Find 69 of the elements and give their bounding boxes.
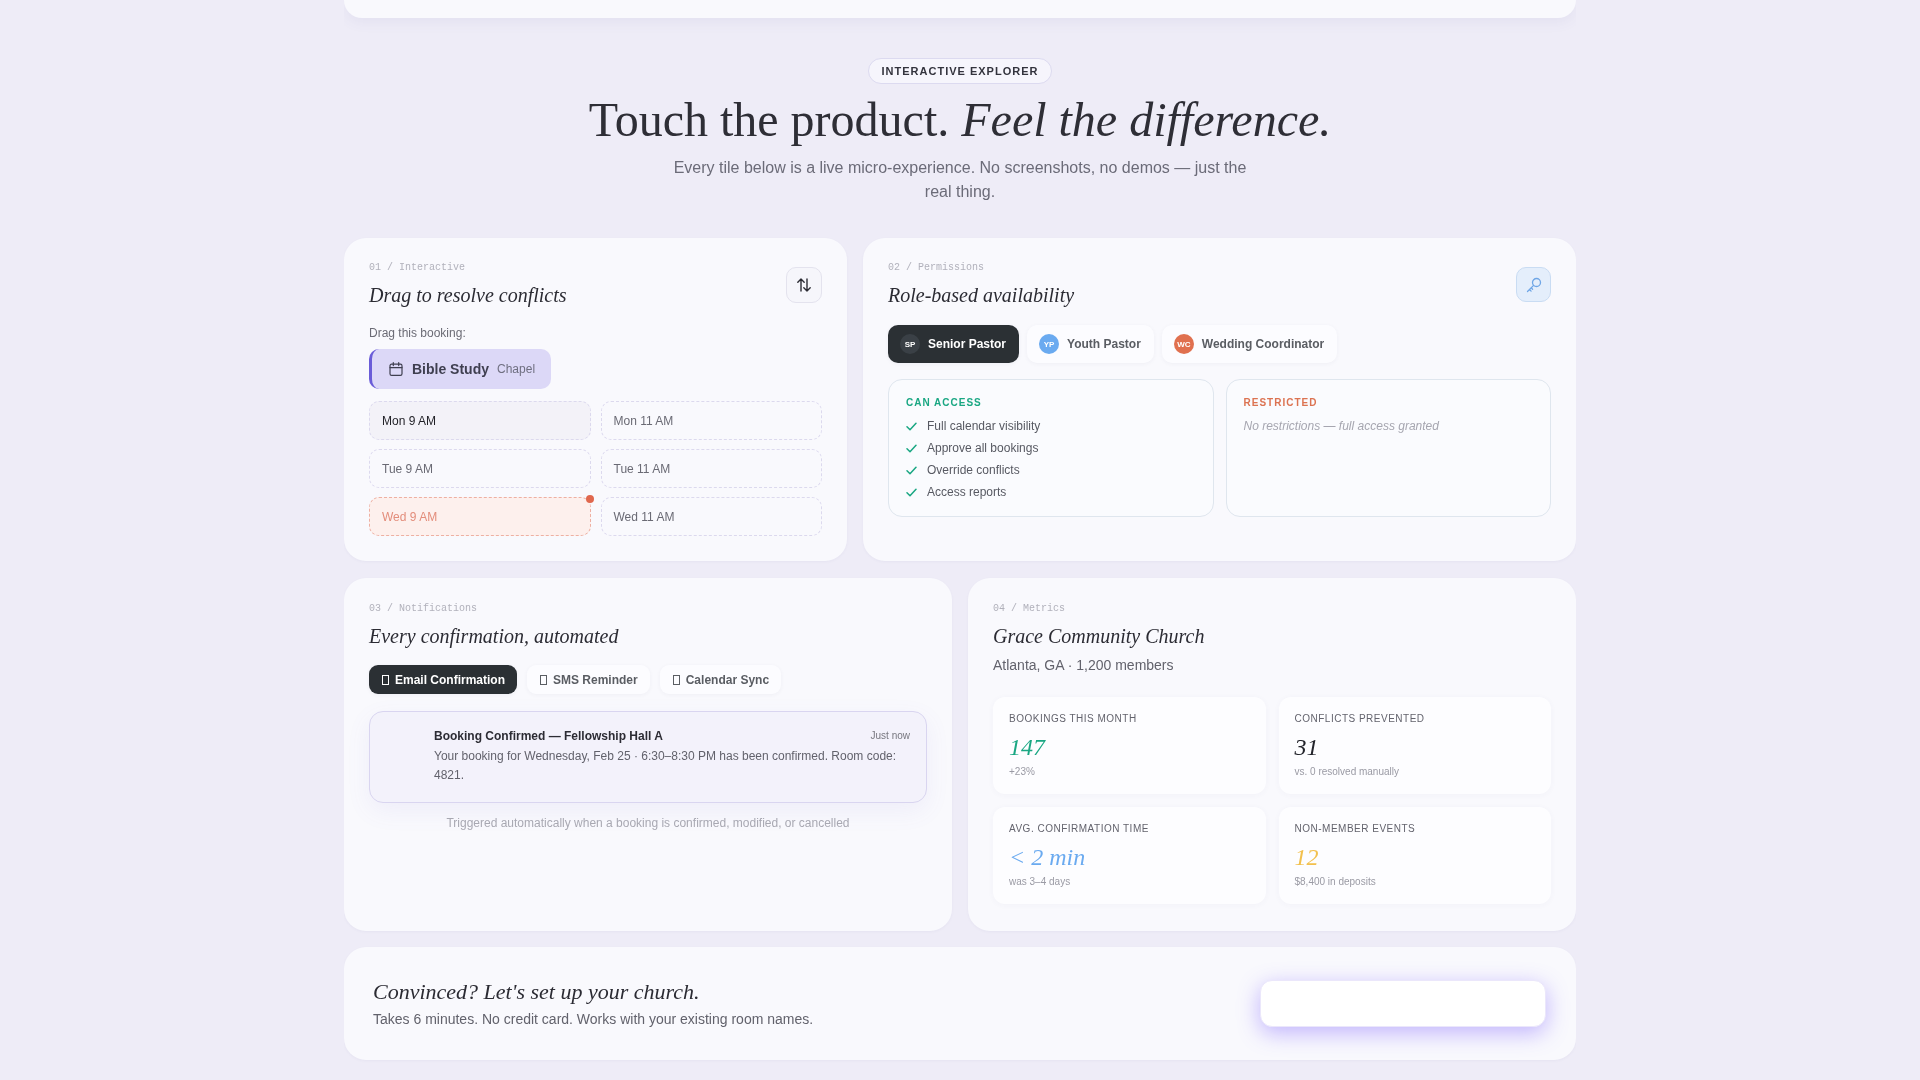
metric-label: BOOKINGS THIS MONTH [1009,713,1137,725]
role-avatar: WC [1173,334,1194,354]
permission-item: Full calendar visibility [927,419,1041,433]
booking-name: Bible Study [412,361,489,377]
permission-item: Approve all bookings [927,441,1039,455]
drag-prompt: Drag this booking: [369,325,466,341]
channel-tab[interactable]: SMS Reminder [527,665,650,694]
cta-subtitle: Takes 6 minutes. No credit card. Works with your existing room names. [373,1010,814,1029]
time-slot[interactable]: Mon 9 AM [369,401,591,440]
check-icon [906,464,917,476]
role-avatar: YP [1039,334,1060,354]
conflict-dot-icon [585,495,594,503]
metric-label: AVG. CONFIRMATION TIME [1009,823,1149,835]
key-button[interactable] [1516,267,1551,302]
card-title: Role-based availability [888,283,1075,308]
channel-tab[interactable]: Calendar Sync [659,665,782,694]
metric-label: CONFLICTS PREVENTED [1294,713,1425,725]
permission-item: Override conflicts [927,463,1020,477]
metric-value: 12 [1294,843,1319,871]
section-label: 02 / Permissions [888,261,984,275]
time-slot[interactable]: Mon 11 AM [600,401,822,440]
church-details: Atlanta, GA · 1,200 members [993,656,1174,675]
role-tab[interactable]: SP Senior Pastor [888,325,1020,363]
panel-heading: RESTRICTED [1243,397,1318,409]
cta-title: Convinced? Let's set up your church. [373,978,700,1006]
calendar-icon [389,362,403,376]
time-slot[interactable]: Wed 11 AM [600,497,822,536]
booking-item[interactable]: Bible Study Chapel [369,349,552,389]
box-icon [540,674,547,685]
metric-note: was 3–4 days [1009,875,1071,889]
check-icon [906,442,917,454]
page-heading: Touch the product. Feel the difference. [588,92,1332,148]
channel-tab[interactable]: Email Confirmation [369,665,517,694]
role-tab[interactable]: YP Youth Pastor [1027,325,1154,363]
notification-time: Just now [870,729,910,743]
section-tag: INTERACTIVE EXPLORER [867,58,1053,84]
card-title: Grace Community Church [993,624,1205,649]
metric-note: vs. 0 resolved manually [1294,765,1399,779]
metric-value: < 2 min [1009,843,1086,871]
check-icon [906,486,917,498]
time-slot[interactable]: Tue 11 AM [600,449,822,488]
box-icon [382,674,389,685]
cta-button[interactable] [1260,980,1546,1027]
metric-label: NON-MEMBER EVENTS [1294,823,1416,835]
role-tab[interactable]: WC Wedding Coordinator [1161,325,1338,363]
page-subtitle: Every tile below is a live micro-experience. No screenshots, no demos — just the real thing. [672,158,1248,202]
key-icon [1525,276,1542,293]
metric-value: 31 [1294,733,1319,761]
section-label: 03 / Notifications [369,602,478,616]
swap-button[interactable] [786,267,822,303]
metric-note: +23% [1009,765,1035,779]
footnote: Triggered automatically when a booking is confirmed, modified, or cancelled [446,815,850,831]
card-title: Drag to resolve conflicts [369,283,567,308]
booking-room: Chapel [497,362,536,376]
metric-note: $8,400 in deposits [1294,875,1376,889]
permission-item: Access reports [927,485,1007,499]
time-slot[interactable]: Tue 9 AM [369,449,591,488]
notification-title: Booking Confirmed — Fellowship Hall A [434,728,663,744]
notification-body: Your booking for Wednesday, Feb 25 · 6:30–8:30 PM has been confirmed. Room code: 4821. [434,748,898,784]
restriction-note: No restrictions — full access granted [1243,418,1439,435]
metric-value: 147 [1009,733,1045,761]
role-avatar: SP [900,334,920,354]
check-icon [906,420,917,432]
up-down-arrows-icon [796,277,812,293]
box-icon [672,674,680,685]
panel-heading: CAN ACCESS [906,397,982,409]
section-label: 01 / Interactive [369,261,465,275]
section-label: 04 / Metrics [993,602,1065,616]
card-title: Every confirmation, automated [369,624,619,649]
